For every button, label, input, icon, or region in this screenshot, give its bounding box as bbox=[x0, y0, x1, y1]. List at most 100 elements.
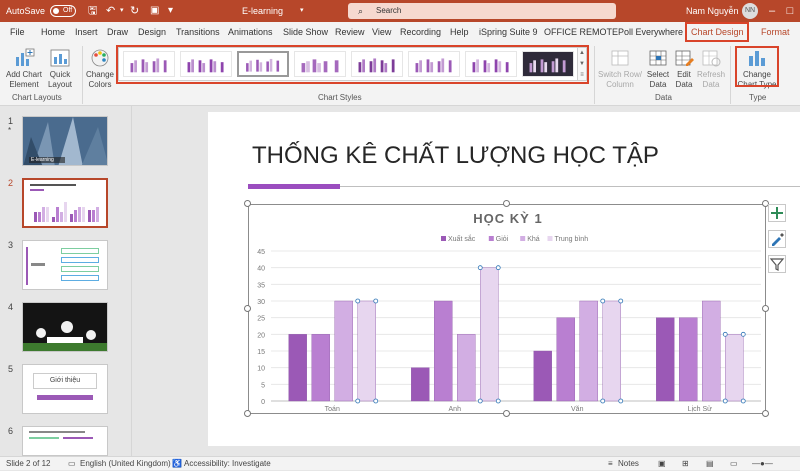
resize-handle[interactable] bbox=[762, 305, 769, 312]
minimize-icon[interactable]: – bbox=[762, 0, 782, 22]
restore-icon[interactable]: □ bbox=[780, 0, 800, 22]
present-icon[interactable]: ▣ bbox=[150, 0, 159, 22]
add-chart-element-button[interactable]: Add Chart Element bbox=[2, 48, 46, 90]
slide-number: 2 bbox=[8, 178, 14, 188]
save-icon[interactable]: 🖫 bbox=[88, 0, 97, 22]
resize-handle[interactable] bbox=[244, 200, 251, 207]
slide-thumbnail-2[interactable] bbox=[22, 178, 108, 228]
tab-ispring[interactable]: iSpring Suite 9 bbox=[479, 22, 538, 42]
reading-view-icon[interactable]: ▤ bbox=[706, 457, 714, 471]
search-input[interactable]: ⌕ Search bbox=[348, 3, 616, 19]
refresh-data-label: Refresh Data bbox=[697, 70, 726, 89]
tab-animations[interactable]: Animations bbox=[228, 22, 273, 42]
undo-icon[interactable]: ↶ bbox=[106, 0, 115, 22]
refresh-data-button[interactable]: Refresh Data bbox=[697, 48, 725, 90]
selection-marker bbox=[600, 398, 606, 404]
bar bbox=[334, 300, 353, 402]
slide-sorter-icon[interactable]: ⊞ bbox=[682, 457, 689, 471]
palette-icon bbox=[91, 49, 109, 67]
tab-format[interactable]: Format bbox=[761, 22, 790, 42]
autosave-toggle[interactable]: Off bbox=[50, 5, 76, 17]
selection-marker bbox=[618, 398, 624, 404]
select-data-button[interactable]: Select Data bbox=[645, 48, 671, 90]
tab-transitions[interactable]: Transitions bbox=[176, 22, 220, 42]
accessibility-status[interactable]: Accessibility: Investigate bbox=[184, 457, 271, 471]
chart-filters-button[interactable] bbox=[768, 255, 786, 273]
avatar[interactable]: NN bbox=[742, 3, 758, 19]
bar bbox=[556, 317, 575, 402]
edit-data-icon bbox=[675, 50, 694, 66]
slide-thumbnail-1[interactable]: E-learning bbox=[22, 116, 108, 166]
y-tick-label: 45 bbox=[257, 249, 265, 256]
ribbon-separator bbox=[594, 46, 595, 104]
slide-thumbnail-6[interactable] bbox=[22, 426, 108, 456]
slide-thumbnail-4[interactable] bbox=[22, 302, 108, 352]
legend-label: Xuất sắc bbox=[448, 234, 476, 243]
tab-design[interactable]: Design bbox=[138, 22, 166, 42]
legend-swatch bbox=[547, 236, 553, 241]
notes-icon[interactable]: ≡ bbox=[608, 457, 613, 471]
resize-handle[interactable] bbox=[762, 410, 769, 417]
y-tick-label: 30 bbox=[257, 299, 265, 306]
zoom-slider[interactable]: —●— bbox=[752, 457, 773, 471]
tab-poll-everywhere[interactable]: Poll Everywhere bbox=[618, 22, 683, 42]
language-status[interactable]: English (United Kingdom) bbox=[80, 457, 171, 471]
bar bbox=[288, 334, 307, 402]
accessibility-icon[interactable]: ♿ bbox=[172, 457, 182, 471]
legend-label: Giỏi bbox=[496, 235, 509, 243]
edit-data-button[interactable]: Edit Data bbox=[672, 48, 696, 90]
proofing-icon[interactable]: ▭ bbox=[68, 457, 76, 471]
y-tick-label: 35 bbox=[257, 282, 265, 289]
ribbon: Add Chart Element Quick Layout Chart Lay… bbox=[0, 42, 800, 106]
title-dropdown-icon[interactable]: ▾ bbox=[300, 0, 304, 22]
tab-slide-show[interactable]: Slide Show bbox=[283, 22, 328, 42]
slide-6-text-mini bbox=[29, 437, 59, 439]
tab-office-remote[interactable]: OFFICE REMOTE bbox=[544, 22, 618, 42]
slide-number: 1 bbox=[8, 116, 14, 126]
legend-swatch bbox=[488, 236, 494, 241]
legend-label: Khá bbox=[527, 236, 540, 243]
selection-marker bbox=[477, 398, 483, 404]
change-colors-button[interactable]: Change Colors bbox=[84, 48, 116, 90]
x-tick-label: Toán bbox=[325, 406, 340, 413]
legend-swatch bbox=[520, 236, 526, 241]
customize-qat-icon[interactable]: ▾ bbox=[168, 0, 173, 22]
x-tick-label: Văn bbox=[571, 406, 584, 413]
slide-6-text-mini bbox=[29, 431, 85, 433]
slide-thumbnail-pane: 1 * E-learning 2 3 4 5 Giới thiệu 6 bbox=[0, 106, 132, 456]
tab-draw[interactable]: Draw bbox=[107, 22, 128, 42]
status-bar: Slide 2 of 12 ▭ English (United Kingdom)… bbox=[0, 456, 800, 470]
slideshow-icon[interactable]: ▭ bbox=[730, 457, 738, 471]
switch-row-column-button[interactable]: Switch Row/ Column bbox=[597, 48, 643, 90]
quick-layout-button[interactable]: Quick Layout bbox=[46, 48, 74, 90]
chart-styles-button[interactable] bbox=[768, 230, 786, 248]
x-tick-label: Lịch Sử bbox=[688, 405, 712, 413]
search-placeholder: Search bbox=[376, 6, 402, 15]
redo-icon[interactable]: ↻ bbox=[130, 0, 139, 22]
resize-handle[interactable] bbox=[244, 410, 251, 417]
notes-button[interactable]: Notes bbox=[618, 457, 639, 471]
tab-insert[interactable]: Insert bbox=[75, 22, 98, 42]
slide-title[interactable]: THỐNG KÊ CHẤT LƯỢNG HỌC TẬP bbox=[252, 142, 659, 170]
selection-marker bbox=[618, 298, 624, 304]
tab-view[interactable]: View bbox=[372, 22, 391, 42]
slide-thumbnail-3[interactable] bbox=[22, 240, 108, 290]
chart-elements-button[interactable] bbox=[768, 204, 786, 222]
tab-review[interactable]: Review bbox=[335, 22, 365, 42]
autosave-label: AutoSave bbox=[6, 6, 46, 16]
bar bbox=[434, 300, 453, 402]
resize-handle[interactable] bbox=[503, 410, 510, 417]
slide-thumbnail-5[interactable]: Giới thiệu bbox=[22, 364, 108, 414]
slide-star-icon: * bbox=[8, 126, 12, 135]
user-name[interactable]: Nam Nguyễn bbox=[686, 0, 739, 22]
resize-handle[interactable] bbox=[244, 305, 251, 312]
tab-help[interactable]: Help bbox=[450, 22, 469, 42]
normal-view-icon[interactable]: ▣ bbox=[658, 457, 666, 471]
resize-handle[interactable] bbox=[503, 200, 510, 207]
tab-home[interactable]: Home bbox=[41, 22, 65, 42]
tab-recording[interactable]: Recording bbox=[400, 22, 441, 42]
tab-file[interactable]: File bbox=[10, 22, 25, 42]
undo-dropdown-icon[interactable]: ▾ bbox=[120, 0, 124, 22]
chart-object[interactable]: HỌC KỲ 1 Xuất sắc Giỏi Khá Trung bình 0 5 10 15 2… bbox=[248, 204, 766, 414]
switch-row-column-icon bbox=[611, 50, 629, 66]
